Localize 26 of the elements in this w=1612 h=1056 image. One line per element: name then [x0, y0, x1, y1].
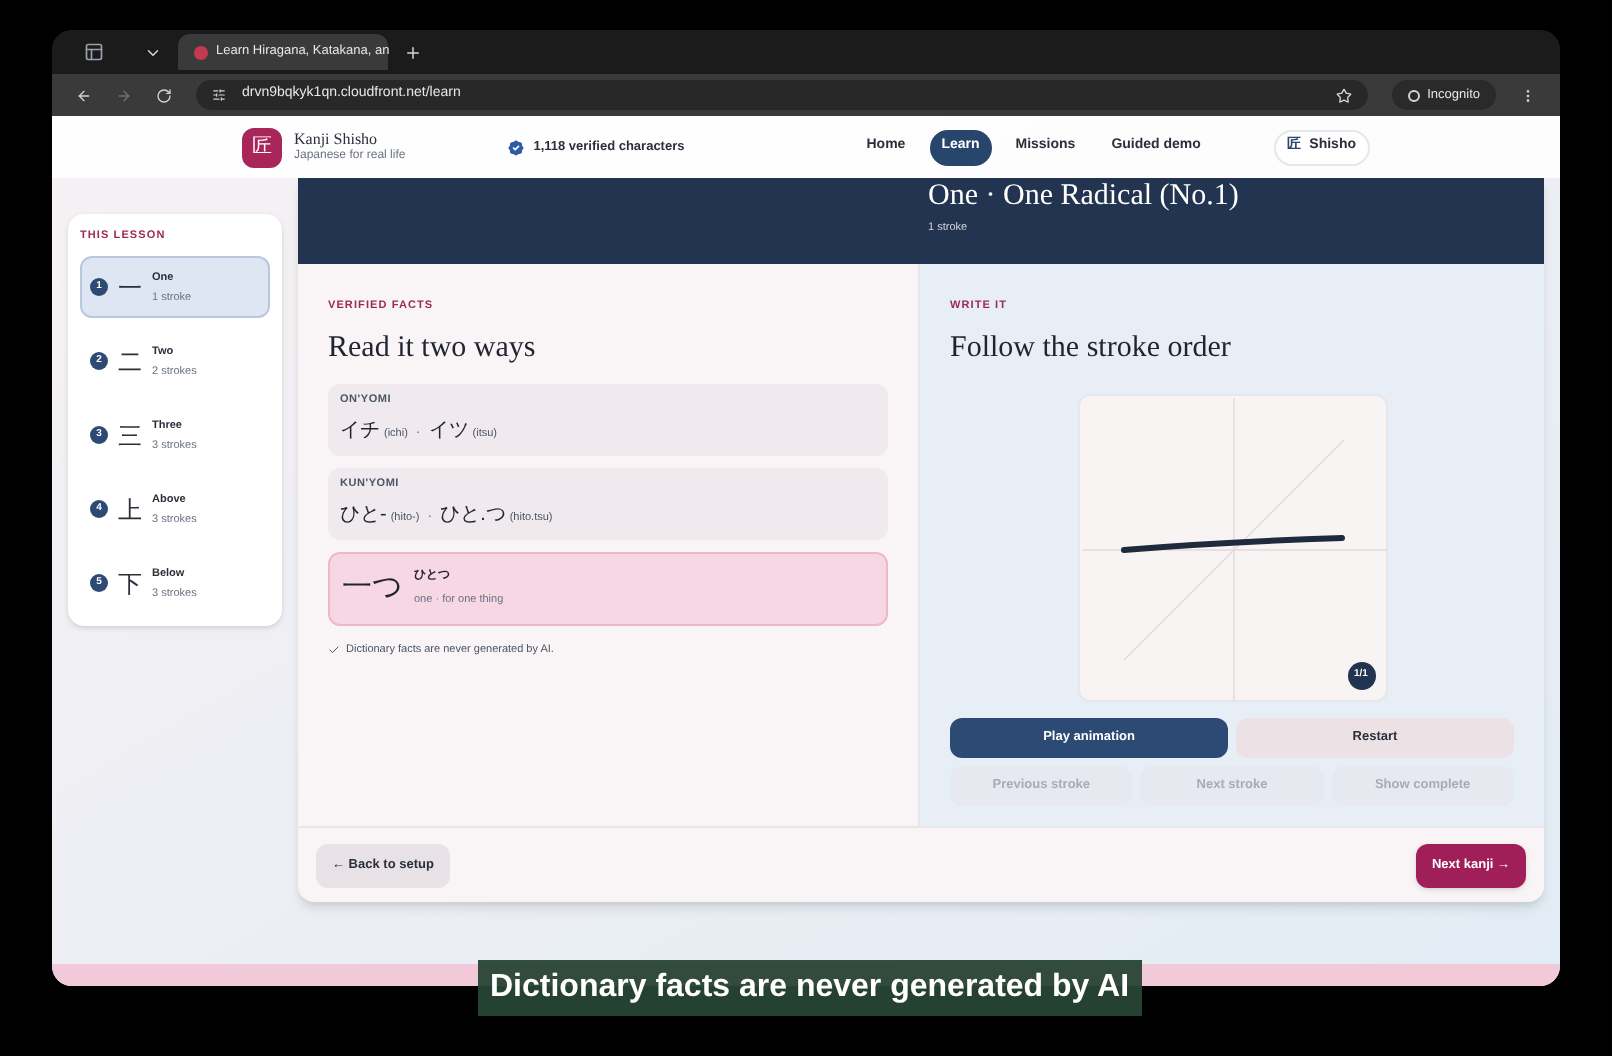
- kanji-glyph: 三: [118, 419, 142, 454]
- favicon-icon: [194, 45, 208, 59]
- incognito-icon: [1407, 89, 1420, 101]
- video-caption: Dictionary facts are never generated by AI: [478, 960, 1142, 1016]
- logo-icon: 匠: [242, 127, 282, 167]
- tab-group-icon[interactable]: [84, 42, 104, 62]
- kanji-glyph: 二: [118, 345, 142, 380]
- site-info-icon[interactable]: [212, 88, 226, 102]
- kanji-glyph: 下: [118, 567, 142, 602]
- verified-icon: [505, 137, 526, 157]
- kanji-glyph: 上: [118, 493, 142, 528]
- brand-name[interactable]: Kanji Shisho: [294, 129, 406, 150]
- new-tab-icon[interactable]: [404, 43, 422, 61]
- banner-title: One · One Radical (No.1): [928, 181, 1241, 212]
- kana-reading: ひと-: [340, 502, 387, 531]
- reload-icon[interactable]: [156, 87, 172, 103]
- check-icon: [328, 643, 340, 656]
- back-icon[interactable]: [76, 87, 92, 103]
- section-heading: Follow the stroke order: [950, 330, 1233, 369]
- kana-reading: ひと.つ: [440, 502, 506, 531]
- section-heading: Read it two ways: [328, 330, 538, 369]
- word-text: 一つ: [342, 568, 402, 608]
- bookmark-icon[interactable]: [1335, 87, 1352, 103]
- kana-reading: イツ: [428, 418, 469, 447]
- kana-reading: イチ: [340, 418, 380, 447]
- kanji-glyph: 一: [118, 271, 142, 306]
